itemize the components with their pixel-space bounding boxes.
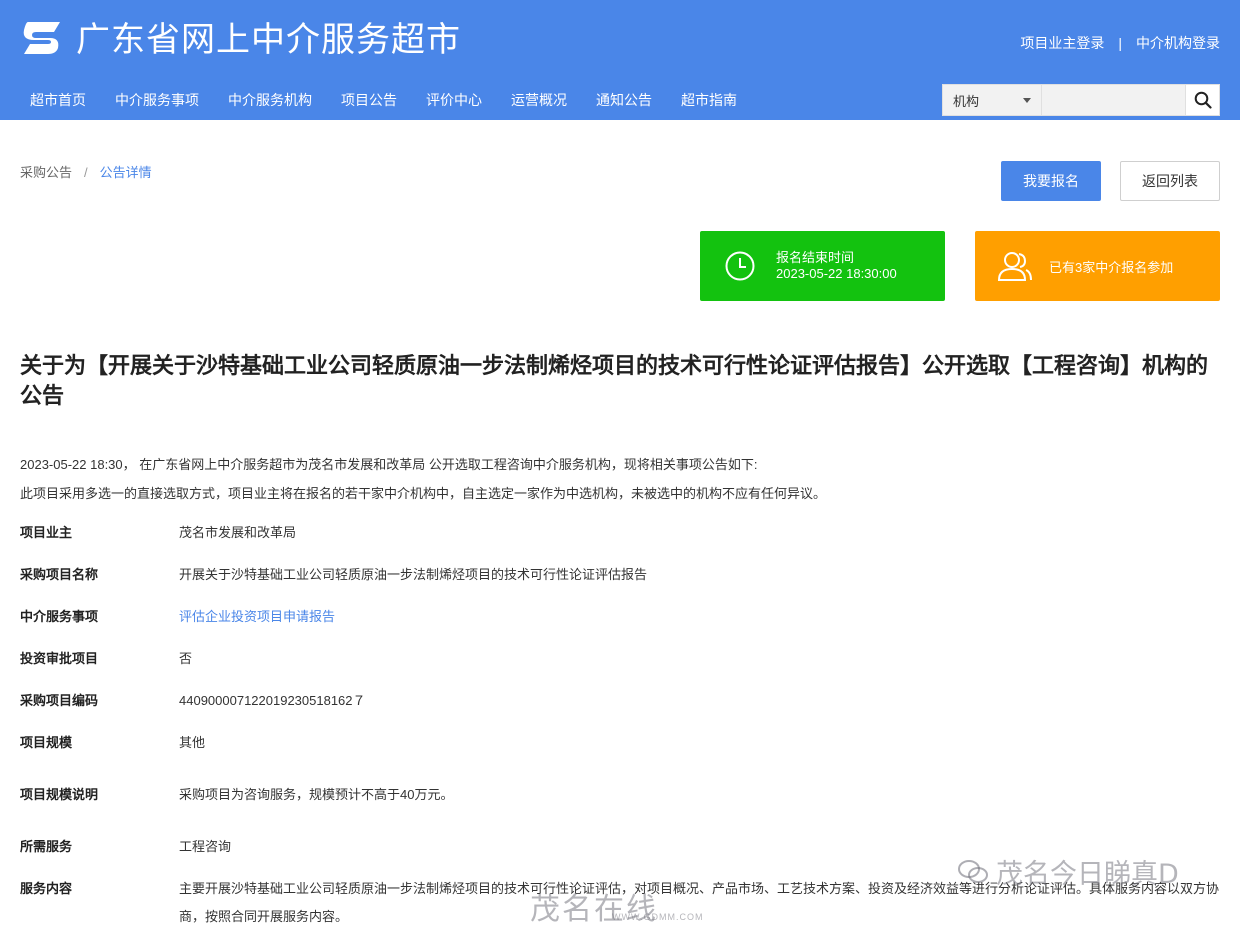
detail-value: 440900007122019230518162７ bbox=[179, 693, 366, 708]
breadcrumb: 采购公告 / 公告详情 bbox=[20, 162, 152, 181]
top-links: 项目业主登录 | 中介机构登录 bbox=[1020, 33, 1220, 53]
notice-intro: 2023-05-22 18:30， 在广东省网上中介服务超市为茂名市发展和改革局… bbox=[20, 450, 1220, 508]
detail-value: 其他 bbox=[179, 735, 206, 750]
breadcrumb-parent[interactable]: 采购公告 bbox=[20, 165, 72, 180]
detail-label: 项目业主 bbox=[20, 525, 73, 540]
participants-card: 已有3家中介报名参加 bbox=[975, 231, 1220, 301]
detail-label: 中介服务事项 bbox=[20, 609, 99, 624]
search-input[interactable] bbox=[1042, 84, 1186, 116]
detail-label: 采购项目名称 bbox=[20, 567, 99, 582]
detail-value: 采购项目为咨询服务，规模预计不高于40万元。 bbox=[179, 787, 454, 802]
nav-item-home[interactable]: 超市首页 bbox=[1, 80, 100, 120]
detail-value: 茂名市发展和改革局 bbox=[179, 525, 297, 540]
detail-label: 项目规模 bbox=[20, 735, 73, 750]
search-button[interactable] bbox=[1186, 84, 1220, 116]
intro-line-1: 2023-05-22 18:30， 在广东省网上中介服务超市为茂名市发展和改革局… bbox=[20, 457, 758, 472]
top-links-separator: | bbox=[1118, 35, 1122, 51]
deadline-value: 2023-05-22 18:30:00 bbox=[776, 266, 897, 281]
detail-value: 工程咨询 bbox=[179, 839, 232, 854]
owner-login-link[interactable]: 项目业主登录 bbox=[1020, 33, 1104, 53]
detail-value: 主要开展沙特基础工业公司轻质原油一步法制烯烃项目的技术可行性论证评估，对项目概况… bbox=[179, 881, 1220, 924]
nav-item-service-items[interactable]: 中介服务事项 bbox=[101, 80, 213, 120]
search-icon bbox=[1194, 91, 1212, 109]
service-item-link[interactable]: 评估企业投资项目申请报告 bbox=[179, 603, 1220, 631]
detail-label: 投资审批项目 bbox=[20, 651, 99, 666]
back-to-list-button[interactable]: 返回列表 bbox=[1120, 161, 1220, 201]
deadline-label: 报名结束时间 bbox=[776, 250, 855, 265]
intro-line-2: 此项目采用多选一的直接选取方式，项目业主将在报名的若干家中介机构中，自主选定一家… bbox=[20, 486, 827, 501]
nav-item-evaluation[interactable]: 评价中心 bbox=[412, 80, 496, 120]
deadline-card: 报名结束时间 2023-05-22 18:30:00 bbox=[700, 231, 945, 301]
detail-label: 所需服务 bbox=[20, 839, 73, 854]
signup-button[interactable]: 我要报名 bbox=[1001, 161, 1101, 201]
search-type-value: 机构 bbox=[953, 93, 980, 109]
site-title[interactable]: 广东省网上中介服务超市 bbox=[76, 20, 461, 60]
detail-label: 项目规模说明 bbox=[20, 787, 99, 802]
clock-icon bbox=[725, 251, 755, 281]
breadcrumb-current: 公告详情 bbox=[99, 165, 152, 180]
detail-value: 否 bbox=[179, 651, 193, 666]
nav-item-operations[interactable]: 运营概况 bbox=[497, 80, 581, 120]
participants-text: 已有3家中介报名参加 bbox=[1049, 259, 1174, 275]
caret-down-icon bbox=[1023, 97, 1031, 103]
nav-item-notices[interactable]: 通知公告 bbox=[582, 80, 666, 120]
nav-item-projects[interactable]: 项目公告 bbox=[327, 80, 411, 120]
logo-icon[interactable] bbox=[20, 18, 64, 58]
search-type-select[interactable]: 机构 bbox=[942, 84, 1042, 116]
notice-title: 关于为【开展关于沙特基础工业公司轻质原油一步法制烯烃项目的技术可行性论证评估报告… bbox=[20, 354, 1209, 409]
search-bar: 机构 bbox=[942, 84, 1220, 116]
nav-item-agencies[interactable]: 中介服务机构 bbox=[214, 80, 326, 120]
detail-label: 采购项目编码 bbox=[20, 693, 99, 708]
detail-label: 服务内容 bbox=[20, 881, 73, 896]
site-header: 广东省网上中介服务超市 项目业主登录 | 中介机构登录 超市首页 中介服务事项 … bbox=[0, 0, 1240, 120]
breadcrumb-separator: / bbox=[84, 165, 88, 180]
nav-item-guide[interactable]: 超市指南 bbox=[667, 80, 751, 120]
main-nav: 超市首页 中介服务事项 中介服务机构 项目公告 评价中心 运营概况 通知公告 超… bbox=[0, 80, 751, 120]
users-icon bbox=[997, 252, 1032, 281]
agency-login-link[interactable]: 中介机构登录 bbox=[1136, 33, 1220, 53]
detail-value: 开展关于沙特基础工业公司轻质原油一步法制烯烃项目的技术可行性论证评估报告 bbox=[179, 567, 648, 582]
